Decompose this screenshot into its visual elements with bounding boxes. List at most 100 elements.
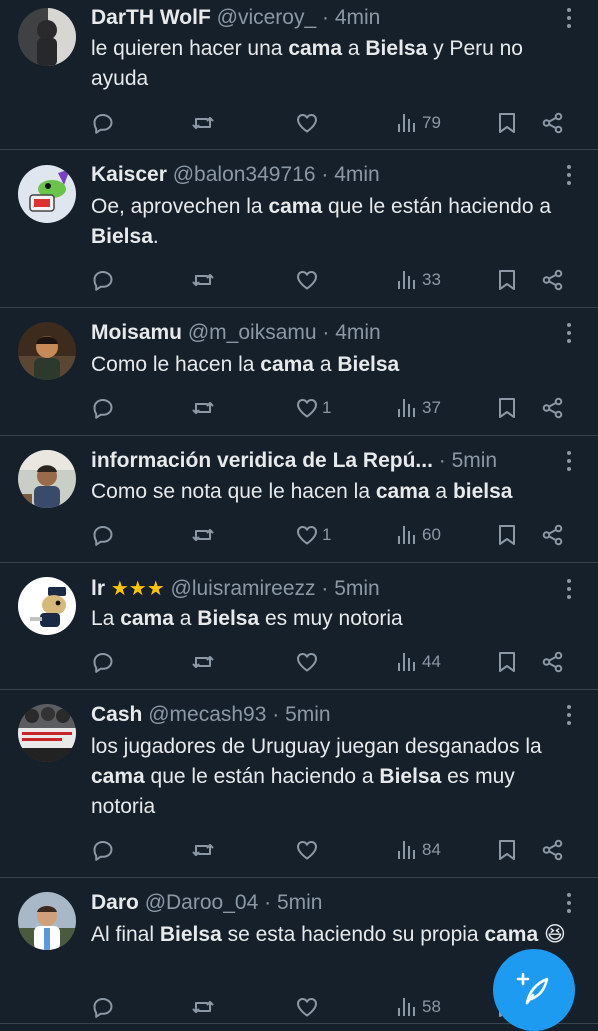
timestamp[interactable]: 5min xyxy=(285,703,331,726)
avatar[interactable] xyxy=(18,322,76,380)
more-icon[interactable] xyxy=(562,889,576,917)
retweet-icon xyxy=(191,268,215,292)
views-button[interactable]: 84 xyxy=(395,835,441,865)
author-handle[interactable]: @balon349716 xyxy=(173,163,316,186)
highlighted-term: cama xyxy=(288,37,343,60)
author-name[interactable]: DarTH WolF xyxy=(91,6,211,29)
bookmark-button[interactable] xyxy=(495,265,519,295)
reply-icon xyxy=(91,111,115,135)
more-icon[interactable] xyxy=(562,161,576,189)
retweet-button[interactable] xyxy=(191,835,215,865)
author-name[interactable]: Kaiscer xyxy=(91,163,167,186)
views-button[interactable]: 58 xyxy=(395,992,441,1022)
avatar[interactable] xyxy=(18,892,76,950)
author-handle[interactable]: @Daroo_04 xyxy=(145,891,259,914)
text-segment: a xyxy=(173,607,198,630)
tweet[interactable]: Moisamu @m_oiksamu · 4min Como le hacen l… xyxy=(0,308,598,436)
tweet[interactable]: Kaiscer @balon349716 · 4min Oe, aproveche… xyxy=(0,150,598,308)
more-icon[interactable] xyxy=(562,447,576,475)
avatar[interactable] xyxy=(18,450,76,508)
view-count: 44 xyxy=(422,652,441,671)
reply-button[interactable] xyxy=(91,647,115,677)
like-button[interactable] xyxy=(295,108,319,138)
like-button[interactable] xyxy=(295,835,319,865)
like-button[interactable]: 1 xyxy=(295,393,331,423)
text-segment: a xyxy=(313,353,338,376)
avatar[interactable] xyxy=(18,8,76,66)
avatar[interactable] xyxy=(18,704,76,762)
reply-button[interactable] xyxy=(91,992,115,1022)
reply-button[interactable] xyxy=(91,108,115,138)
reply-button[interactable] xyxy=(91,393,115,423)
retweet-button[interactable] xyxy=(191,520,215,550)
share-button[interactable] xyxy=(541,835,565,865)
more-icon[interactable] xyxy=(562,4,576,32)
author-name[interactable]: Daro xyxy=(91,891,139,914)
bookmark-button[interactable] xyxy=(495,647,519,677)
share-button[interactable] xyxy=(541,520,565,550)
share-button[interactable] xyxy=(541,108,565,138)
like-button[interactable] xyxy=(295,647,319,677)
retweet-button[interactable] xyxy=(191,393,215,423)
reply-icon xyxy=(91,995,115,1019)
retweet-button[interactable] xyxy=(191,992,215,1022)
avatar[interactable] xyxy=(18,165,76,223)
like-button[interactable] xyxy=(295,265,319,295)
like-button[interactable] xyxy=(295,992,319,1022)
tweet[interactable]: lr ★★★ @luisramireezz · 5min La cama a Bi… xyxy=(0,563,598,690)
timestamp[interactable]: 5min xyxy=(277,891,323,914)
views-button[interactable]: 79 xyxy=(395,108,441,138)
heart-icon xyxy=(295,111,319,135)
timestamp[interactable]: 4min xyxy=(335,6,381,29)
retweet-button[interactable] xyxy=(191,108,215,138)
highlighted-term: Bielsa xyxy=(197,607,260,630)
more-icon[interactable] xyxy=(562,575,576,603)
more-icon[interactable] xyxy=(562,701,576,729)
tweet[interactable]: DarTH WolF @viceroy_ · 4min le quieren ha… xyxy=(0,0,598,150)
author-name[interactable]: información veridica de La Repú... xyxy=(91,449,433,472)
bookmark-button[interactable] xyxy=(495,835,519,865)
retweet-button[interactable] xyxy=(191,265,215,295)
compose-button[interactable] xyxy=(493,949,575,1031)
more-icon[interactable] xyxy=(562,319,576,347)
author-handle[interactable]: @m_oiksamu xyxy=(188,321,317,344)
view-count: 33 xyxy=(422,270,441,289)
author-name[interactable]: Cash xyxy=(91,703,142,726)
share-icon xyxy=(541,838,565,862)
text-segment: le quieren hacer una xyxy=(91,37,289,60)
reply-icon xyxy=(91,650,115,674)
author-name[interactable]: Moisamu xyxy=(91,321,182,344)
tweet-header: Moisamu @m_oiksamu · 4min xyxy=(91,319,554,347)
author-name[interactable]: lr xyxy=(91,577,105,600)
reply-button[interactable] xyxy=(91,520,115,550)
views-button[interactable]: 33 xyxy=(395,265,441,295)
views-button[interactable]: 37 xyxy=(395,393,441,423)
author-handle[interactable]: @luisramireezz xyxy=(171,577,316,600)
bookmark-button[interactable] xyxy=(495,520,519,550)
reply-button[interactable] xyxy=(91,835,115,865)
timestamp[interactable]: 4min xyxy=(335,321,381,344)
bookmark-button[interactable] xyxy=(495,108,519,138)
reply-button[interactable] xyxy=(91,265,115,295)
avatar[interactable] xyxy=(18,577,76,635)
timestamp[interactable]: 5min xyxy=(452,449,498,472)
share-icon xyxy=(541,111,565,135)
star-emoji-icon: ★★★ xyxy=(110,578,165,600)
tweet[interactable]: información veridica de La Repú... · 5mi… xyxy=(0,436,598,563)
share-button[interactable] xyxy=(541,647,565,677)
timestamp[interactable]: 5min xyxy=(334,577,380,600)
share-button[interactable] xyxy=(541,393,565,423)
timestamp[interactable]: 4min xyxy=(334,163,380,186)
author-handle[interactable]: @mecash93 xyxy=(148,703,266,726)
tweet[interactable]: Cash @mecash93 · 5min los jugadores de Ur… xyxy=(0,690,598,878)
share-button[interactable] xyxy=(541,265,565,295)
views-button[interactable]: 44 xyxy=(395,647,441,677)
author-handle[interactable]: @viceroy_ xyxy=(217,6,317,29)
like-button[interactable]: 1 xyxy=(295,520,331,550)
retweet-button[interactable] xyxy=(191,647,215,677)
retweet-icon xyxy=(191,523,215,547)
bookmark-button[interactable] xyxy=(495,393,519,423)
heart-icon xyxy=(295,523,319,547)
views-button[interactable]: 60 xyxy=(395,520,441,550)
views-icon xyxy=(395,111,419,135)
